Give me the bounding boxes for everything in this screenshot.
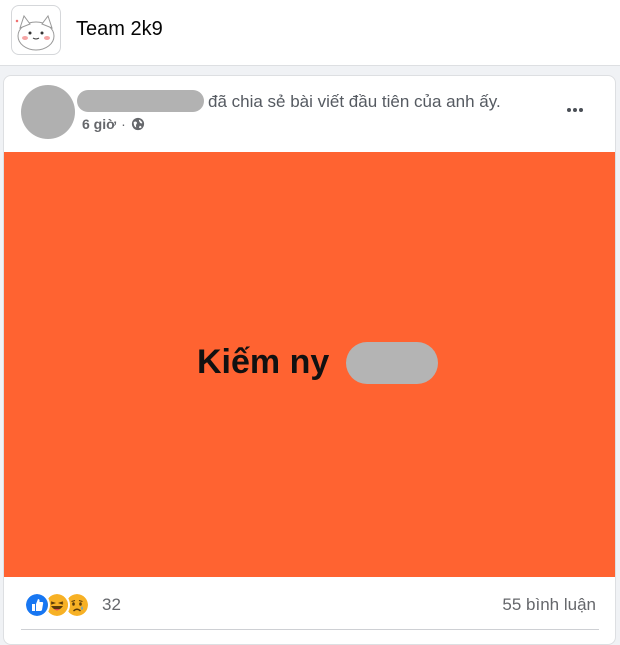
post-shared-text: đã chia sẻ bài viết đầu tiên của anh ấy. xyxy=(208,92,501,111)
post-card: đã chia sẻ bài viết đầu tiên của anh ấy.… xyxy=(3,75,616,645)
comment-count[interactable]: 55 bình luận xyxy=(502,594,596,616)
post-time[interactable]: 6 giờ xyxy=(82,116,116,132)
group-name[interactable]: Team 2k9 xyxy=(76,17,163,41)
author-name-redacted[interactable] xyxy=(77,90,204,112)
dot-icon xyxy=(567,108,571,112)
group-avatar[interactable] xyxy=(11,5,61,55)
globe-icon[interactable] xyxy=(131,117,145,131)
like-icon xyxy=(24,592,50,618)
post-image-text: Kiếm ny xyxy=(197,343,330,381)
post-image[interactable]: Kiếm ny xyxy=(4,152,615,577)
more-options-button[interactable] xyxy=(560,98,590,122)
dot-icon xyxy=(579,108,583,112)
cat-avatar-icon xyxy=(15,14,55,51)
reactions-summary[interactable]: 32 xyxy=(24,591,121,619)
meta-separator: · xyxy=(121,116,126,132)
reaction-count: 32 xyxy=(102,595,121,614)
author-avatar[interactable] xyxy=(21,85,75,139)
group-header: Team 2k9 xyxy=(0,0,620,66)
dot-icon xyxy=(573,108,577,112)
divider xyxy=(21,629,599,630)
image-text-redacted xyxy=(346,342,438,384)
post-meta: 6 giờ · xyxy=(82,115,145,133)
